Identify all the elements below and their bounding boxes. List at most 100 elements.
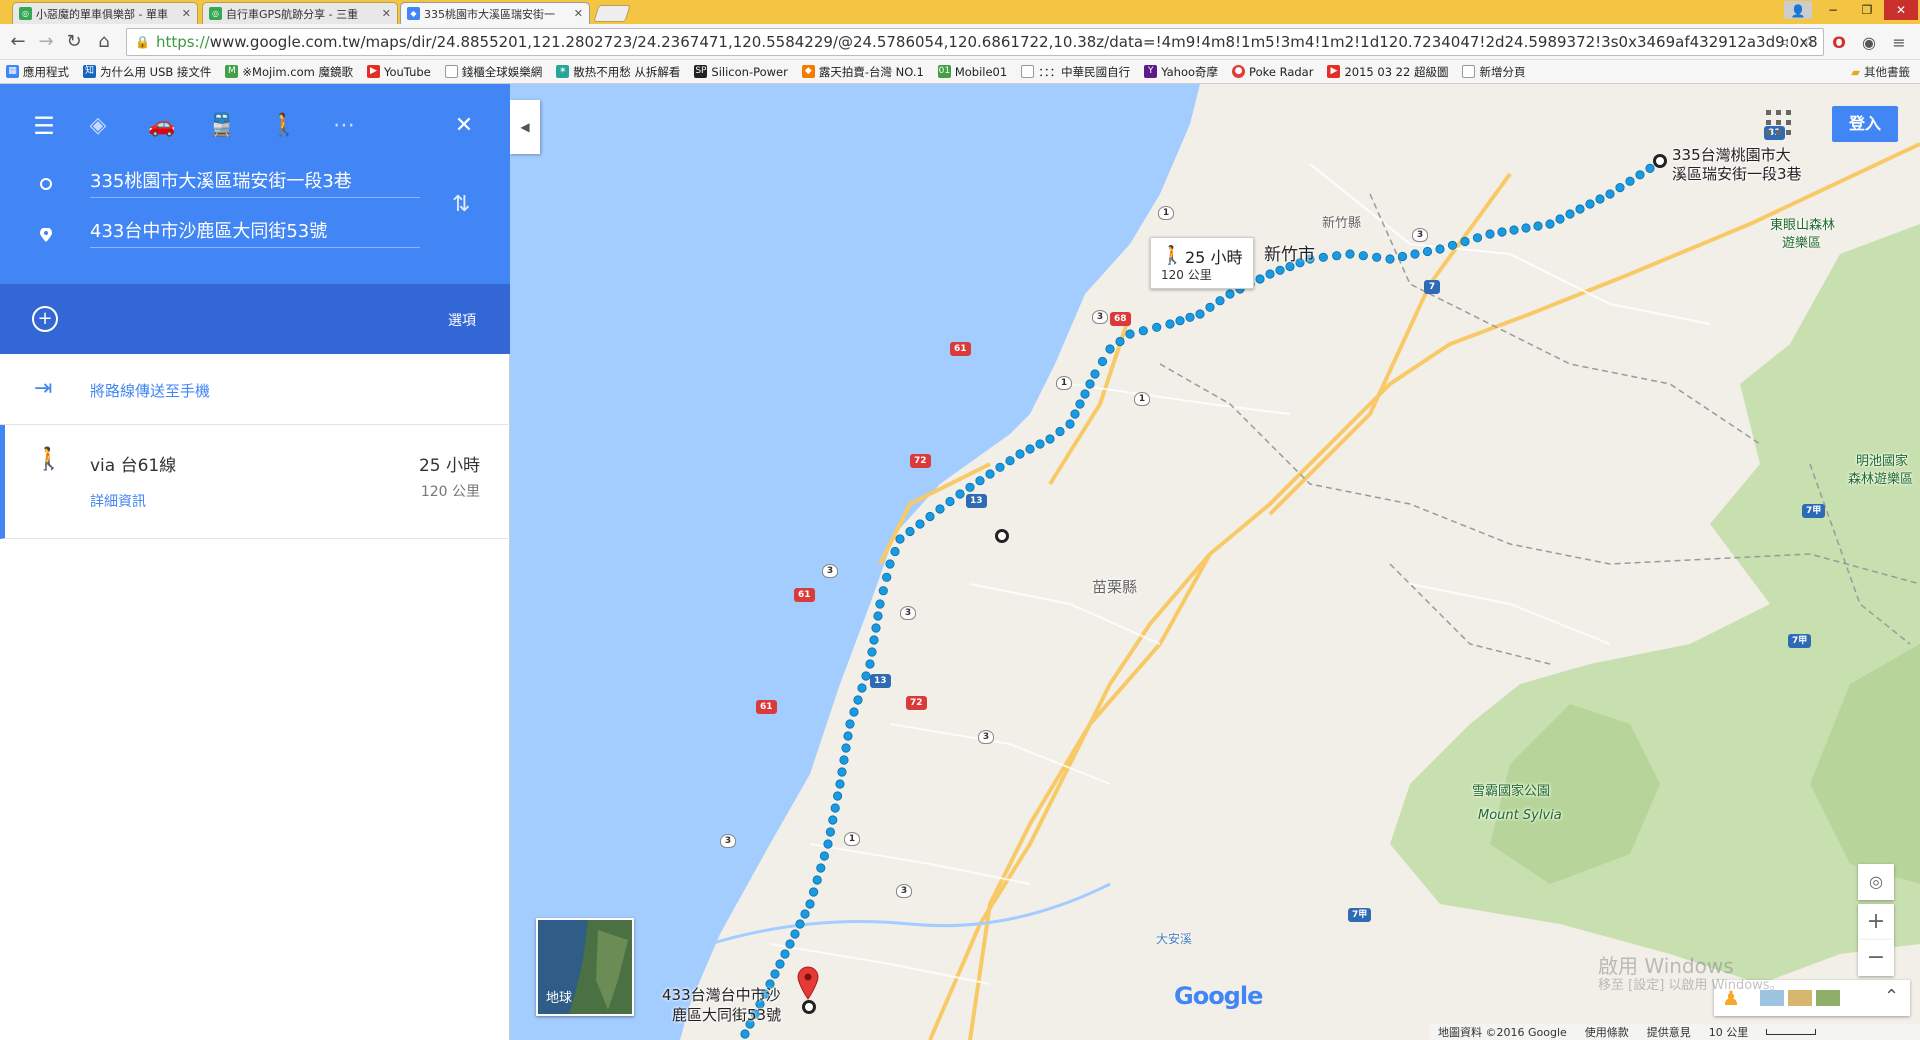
close-tab-icon[interactable]: ✕ [574, 7, 583, 20]
road-shield: 1 [844, 832, 860, 846]
opera-icon[interactable]: O [1828, 32, 1850, 54]
waypoint-marker-icon[interactable] [995, 529, 1009, 543]
destination-pin-icon [40, 228, 52, 242]
destination-map-label: 鹿區大同街53號 [672, 1006, 782, 1024]
route-callout[interactable]: 🚶 25 小時 120 公里 [1150, 237, 1254, 289]
more-modes-icon[interactable]: ⋯ [328, 110, 360, 142]
signin-button[interactable]: 登入 [1832, 106, 1898, 142]
expand-up-icon[interactable]: ⌃ [1884, 986, 1899, 1007]
close-window-icon[interactable]: ✕ [1884, 0, 1918, 20]
bookmark-item[interactable]: SP Silicon-Power [694, 65, 788, 79]
tab-1[interactable]: ◎ 小惡魔的單車俱樂部 - 單車 ✕ [12, 2, 198, 24]
bookmark-item[interactable]: 新增分頁 [1462, 64, 1525, 80]
route-dot [869, 635, 879, 645]
bookmark-item[interactable]: ▦ 應用程式 [6, 64, 69, 80]
destination-input[interactable]: 433台中市沙鹿區大同街53號 [90, 218, 420, 248]
home-icon[interactable]: ⌂ [92, 30, 116, 54]
origin-marker-icon[interactable] [1653, 154, 1667, 168]
route-option-card[interactable]: 🚶 via 台61線 25 小時 120 公里 詳細資訊 [0, 425, 510, 539]
back-icon[interactable]: ← [6, 30, 30, 54]
destination-marker-icon[interactable] [802, 1000, 816, 1014]
origin-input[interactable]: 335桃園市大溪區瑞安街一段3巷 [90, 168, 420, 198]
feedback-link[interactable]: 提供意見 [1647, 1024, 1691, 1040]
address-bar[interactable]: 🔒 https:// www.google.com.tw/maps/dir/24… [126, 28, 1824, 56]
bookmark-item[interactable]: ✶ 散热不用愁 从拆解看 [556, 64, 680, 80]
close-tab-icon[interactable]: ✕ [382, 7, 391, 20]
route-dot [890, 546, 900, 557]
user-icon[interactable]: 👤 [1784, 1, 1812, 19]
destination-pin-icon[interactable] [797, 966, 819, 1000]
extension-icon[interactable]: ◉ [1858, 32, 1880, 54]
imagery-thumb[interactable] [1816, 990, 1840, 1006]
route-dot [905, 526, 915, 537]
route-dot [1195, 309, 1205, 319]
earth-view-toggle[interactable]: 地球 [536, 918, 634, 1016]
bookmark-item[interactable]: Y Yahoo奇摩 [1144, 64, 1218, 80]
bookmark-item[interactable]: ：：：中華民國自行 [1021, 64, 1130, 80]
zoom-out-button[interactable]: − [1858, 940, 1894, 976]
close-tab-icon[interactable]: ✕ [182, 7, 191, 20]
hamburger-menu-icon[interactable]: ☰ [28, 110, 60, 142]
bookmark-item[interactable]: ▶ YouTube [366, 64, 431, 79]
route-dot [837, 767, 847, 777]
transit-icon[interactable]: 🚆 [206, 110, 238, 142]
add-destination-icon[interactable]: + [32, 306, 58, 332]
route-dot [995, 462, 1005, 472]
forward-icon[interactable]: → [34, 30, 58, 54]
route-details-link[interactable]: 詳細資訊 [90, 491, 146, 511]
place-label: 雪霸國家公園 [1472, 784, 1551, 799]
bookmark-item[interactable]: 01 Mobile01 [937, 65, 1007, 79]
new-tab-button[interactable] [593, 5, 631, 22]
imagery-thumb[interactable] [1788, 990, 1812, 1006]
walking-icon: 🚶 [35, 447, 63, 472]
my-location-icon[interactable]: ◎ [1858, 864, 1894, 900]
minimize-icon[interactable]: − [1816, 0, 1850, 20]
road-shield: 3 [822, 564, 838, 578]
collapse-panel-button[interactable]: ◀ [510, 100, 540, 154]
menu-icon[interactable]: ≡ [1888, 32, 1910, 54]
pokeball-icon: ● [1232, 65, 1246, 78]
send-to-phone-link[interactable]: 將路線傳送至手機 [90, 380, 210, 401]
map-data-attribution: 地圖資料 ©2016 Google [1438, 1026, 1567, 1039]
close-directions-icon[interactable]: ✕ [448, 110, 480, 142]
zhihu-icon: 知 [83, 65, 96, 78]
options-button[interactable]: 選項 [448, 310, 476, 330]
road-shield: 68 [1110, 312, 1131, 326]
restore-icon[interactable]: ❐ [1850, 0, 1884, 20]
zoom-icon[interactable]: ⌕ [1774, 31, 1796, 53]
other-bookmarks-label: 其他書籤 [1864, 65, 1910, 79]
bookmark-item[interactable]: ▶ 2015 03 22 超級圖 [1327, 64, 1448, 80]
tab-2[interactable]: ◎ 自行車GPS航跡分享 - 三重 ✕ [202, 2, 398, 24]
car-icon[interactable]: 🚗 [146, 110, 178, 142]
route-dot [895, 534, 905, 544]
route-dot [1045, 434, 1055, 444]
bookmark-item[interactable]: ● Poke Radar [1232, 65, 1313, 79]
bookmark-item[interactable]: 錢櫃全球娛樂網 [444, 64, 542, 80]
tab-3-active[interactable]: ◆ 335桃園市大溪區瑞安街一 ✕ [400, 2, 590, 24]
route-dot [935, 504, 945, 514]
swap-icon[interactable]: ⇅ [452, 192, 470, 217]
apps-grid-icon[interactable] [1766, 110, 1792, 136]
terms-link[interactable]: 使用條款 [1585, 1024, 1629, 1040]
other-bookmarks[interactable]: ▰ 其他書籤 [1851, 60, 1910, 84]
send-to-phone-row[interactable]: ⇥ 將路線傳送至手機 [0, 354, 510, 425]
bookmark-item[interactable]: ◆ 露天拍賣-台灣 NO.1 [801, 64, 924, 80]
route-dot [1138, 326, 1148, 336]
walking-icon[interactable]: 🚶 [268, 110, 300, 142]
bookmark-item[interactable]: M ※Mojim.com 魔鏡歌 [225, 64, 353, 80]
route-via: via 台61線 [90, 456, 177, 476]
route-dot [885, 559, 895, 569]
map-canvas[interactable]: 31 1 3 7 68 3 1 61 1 13 72 3 61 3 13 72 3 61 1 3 7甲 7甲 7甲 3 [510, 84, 1920, 1040]
bookmark-star-icon[interactable]: ☆ [1798, 31, 1820, 53]
bookmark-item[interactable]: 知为什么用 USB 接文件 [83, 64, 211, 80]
reload-icon[interactable]: ↻ [62, 30, 86, 54]
best-route-icon[interactable]: ◈ [82, 110, 114, 142]
route-dot [1385, 254, 1395, 264]
lock-icon: 🔒 [135, 35, 150, 49]
page-icon [1462, 65, 1476, 78]
route-dot [785, 939, 795, 949]
route-dot [1635, 170, 1645, 180]
bookmark-label: YouTube [383, 64, 431, 79]
zoom-in-button[interactable]: + [1858, 904, 1894, 940]
route-dot [800, 909, 810, 919]
